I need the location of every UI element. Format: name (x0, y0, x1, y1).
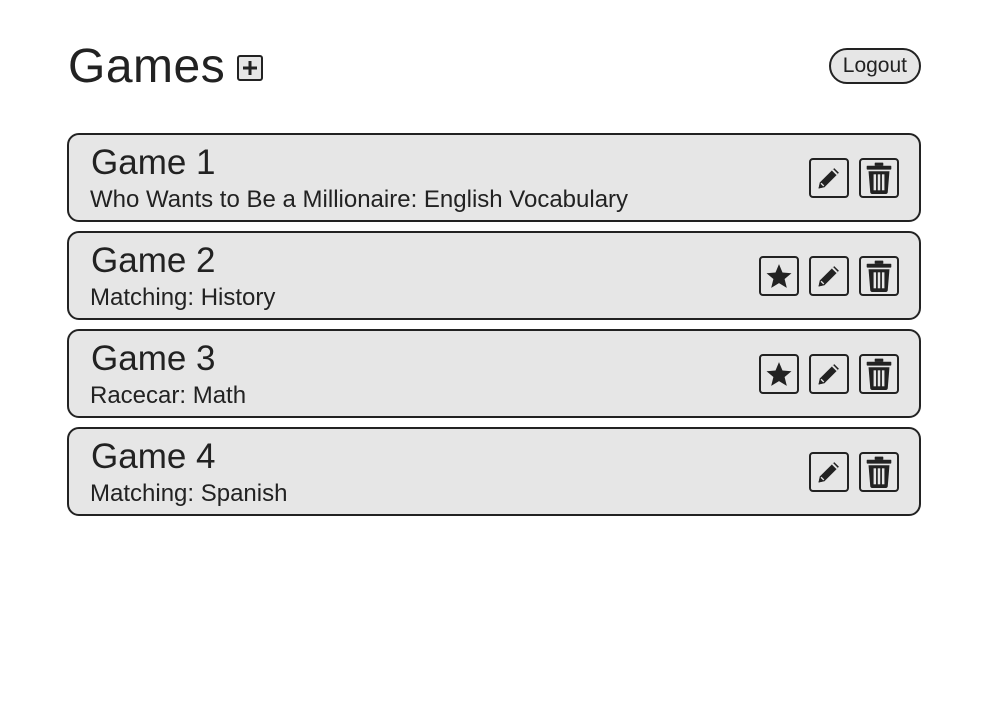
game-name: Game 4 (91, 437, 216, 476)
game-actions (759, 354, 899, 394)
title-group: Games (68, 38, 264, 96)
game-card[interactable]: Game 4 Matching: Spanish (67, 427, 921, 516)
logout-button[interactable]: Logout (828, 48, 921, 84)
star-icon (766, 264, 792, 288)
star-button[interactable] (759, 256, 799, 296)
trash-icon (866, 456, 892, 488)
star-icon (766, 362, 792, 386)
delete-button[interactable] (859, 354, 899, 394)
edit-button[interactable] (809, 158, 849, 198)
game-actions (759, 256, 899, 296)
pencil-icon (818, 266, 839, 287)
game-name: Game 3 (91, 339, 216, 378)
game-name: Game 1 (91, 143, 216, 182)
trash-icon (866, 260, 892, 292)
header: Games Logout (68, 38, 921, 98)
game-list: Game 1 Who Wants to Be a Millionaire: Eng… (67, 133, 921, 525)
game-actions (809, 452, 899, 492)
edit-button[interactable] (809, 354, 849, 394)
pencil-icon (818, 364, 839, 385)
game-description: Racecar: Math (90, 382, 247, 409)
game-description: Matching: Spanish (90, 480, 288, 507)
games-page: Games Logout Game 1 Who Wants to Be a Mil… (0, 0, 1000, 722)
pencil-icon (818, 168, 839, 189)
delete-button[interactable] (859, 452, 899, 492)
pencil-icon (818, 462, 839, 483)
page-title: Games (68, 40, 226, 93)
add-game-button[interactable] (237, 55, 264, 81)
plus-icon (243, 61, 258, 75)
edit-button[interactable] (809, 256, 849, 296)
delete-button[interactable] (859, 158, 899, 198)
trash-icon (866, 358, 892, 390)
game-description: Matching: History (90, 284, 276, 311)
game-card[interactable]: Game 2 Matching: History (67, 231, 921, 320)
game-actions (809, 158, 899, 198)
edit-button[interactable] (809, 452, 849, 492)
game-card[interactable]: Game 1 Who Wants to Be a Millionaire: Eng… (67, 133, 921, 222)
trash-icon (866, 162, 892, 194)
delete-button[interactable] (859, 256, 899, 296)
game-name: Game 2 (91, 241, 216, 280)
game-card[interactable]: Game 3 Racecar: Math (67, 329, 921, 418)
star-button[interactable] (759, 354, 799, 394)
game-description: Who Wants to Be a Millionaire: English V… (90, 186, 629, 213)
